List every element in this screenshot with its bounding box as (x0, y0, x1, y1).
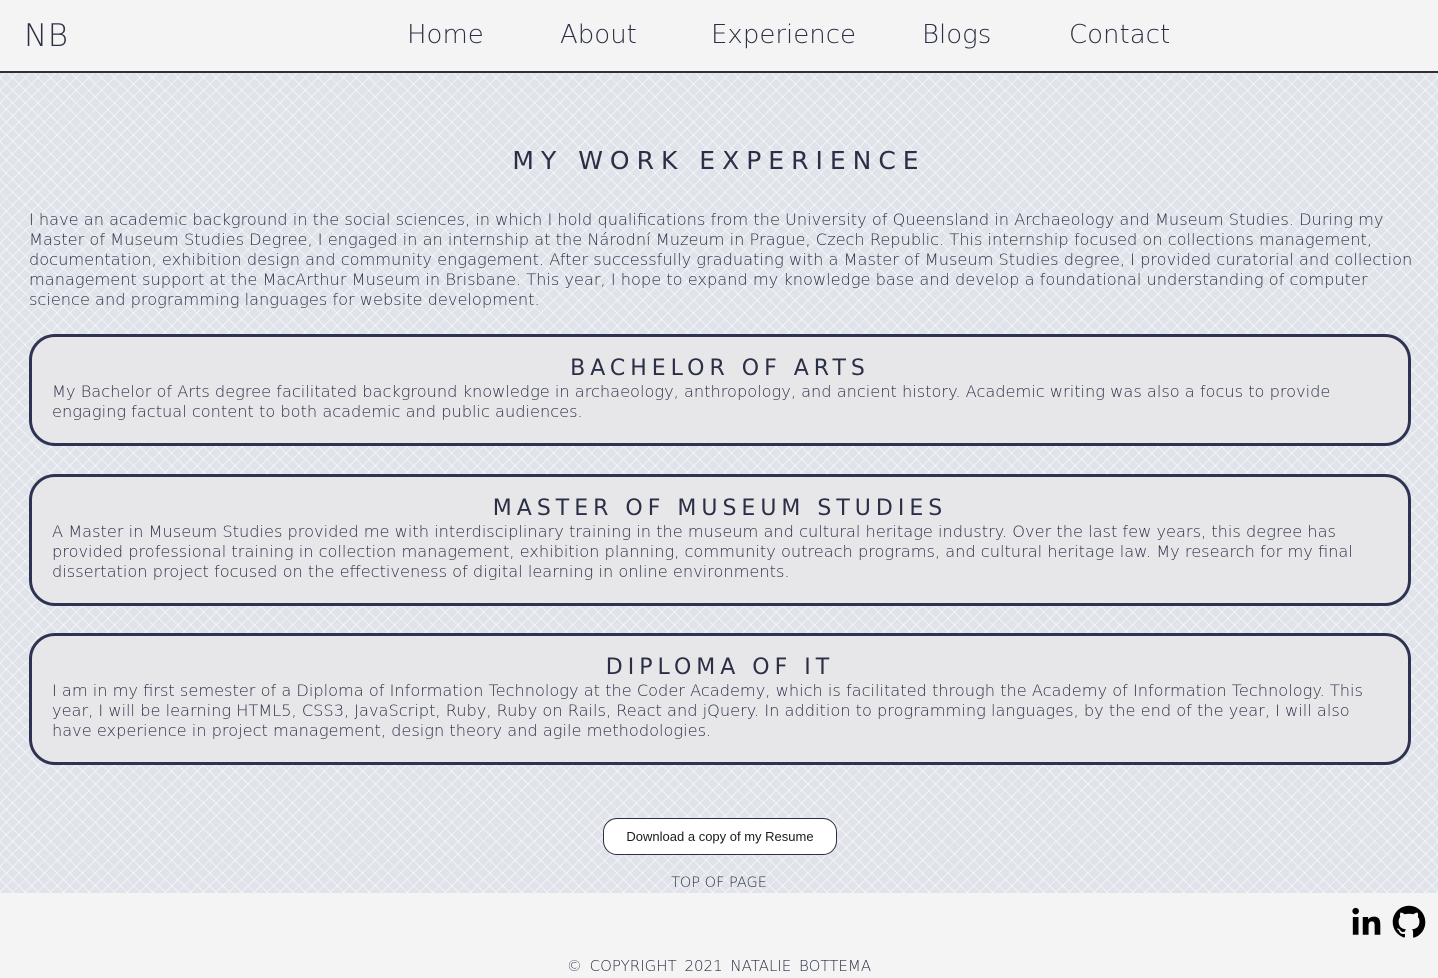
intro-paragraph: I have an academic background in the soc… (29, 210, 1413, 309)
download-resume-button[interactable]: Download a copy of my Resume (603, 818, 837, 855)
footer: © COPYRIGHT 2021 NATALIE BOTTEMA (0, 893, 1438, 978)
nav-links: Home About Experience Blogs Contact (0, 20, 1438, 54)
copyright-text: © COPYRIGHT 2021 NATALIE BOTTEMA (566, 957, 872, 975)
card-title: DIPLOMA OF IT (605, 655, 835, 680)
card-text: My Bachelor of Arts degree facilitated b… (52, 382, 1331, 421)
page-title: MY WORK EXPERIENCE (512, 146, 926, 175)
linkedin-icon[interactable] (1350, 905, 1384, 943)
card-text: A Master in Museum Studies provided me w… (52, 522, 1353, 581)
nav-link-about[interactable]: About (560, 20, 637, 50)
nav-link-contact[interactable]: Contact (1069, 20, 1170, 50)
nav-link-blogs[interactable]: Blogs (922, 20, 991, 50)
card-text: I am in my first semester of a Diploma o… (52, 681, 1363, 740)
card-bachelor-of-arts: BACHELOR OF ARTS My Bachelor of Arts deg… (29, 334, 1411, 446)
card-title: MASTER OF MUSEUM STUDIES (492, 496, 948, 521)
experience-section: MY WORK EXPERIENCE I have an academic ba… (0, 73, 1438, 893)
card-master-of-museum-studies: MASTER OF MUSEUM STUDIES A Master in Mus… (29, 474, 1411, 606)
nav-link-experience[interactable]: Experience (711, 20, 856, 50)
card-title: BACHELOR OF ARTS (570, 356, 870, 381)
navbar: NB Home About Experience Blogs Contact (0, 0, 1438, 73)
social-links (1350, 905, 1426, 943)
top-of-page-link[interactable]: TOP OF PAGE (0, 875, 1438, 891)
card-diploma-of-it: DIPLOMA OF IT I am in my first semester … (29, 633, 1411, 765)
nav-link-home[interactable]: Home (407, 20, 484, 50)
github-icon[interactable] (1392, 905, 1426, 943)
